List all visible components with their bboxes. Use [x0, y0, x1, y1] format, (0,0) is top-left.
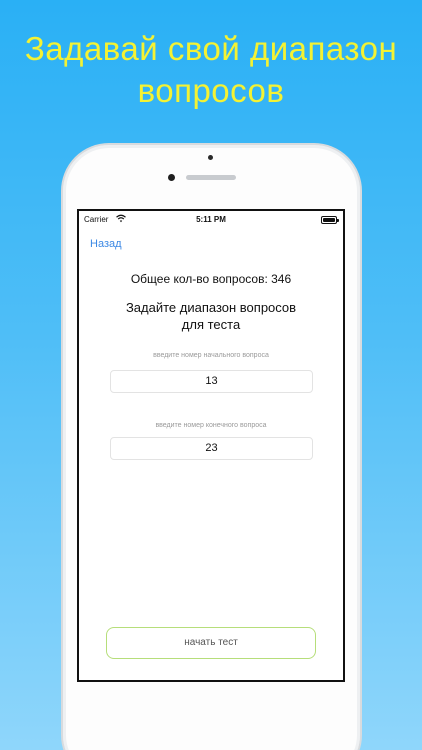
status-bar: Carrier 5:11 PM [79, 211, 343, 229]
promo-headline-line1: Задавай свой диапазон [24, 30, 398, 67]
battery-icon [321, 216, 339, 224]
promo-headline-line2: вопросов [137, 72, 285, 109]
range-title-line1: Задайте диапазон вопросов [125, 300, 297, 315]
front-camera [168, 174, 175, 181]
range-title-line2: для теста [181, 317, 241, 332]
sensor-dot [208, 155, 213, 160]
app-screen: Carrier 5:11 PM Назад Общее кол-во вопро… [77, 209, 345, 682]
end-question-hint: введите номер конечного вопроса [155, 422, 267, 429]
start-question-field[interactable]: 13 [110, 370, 313, 393]
status-time: 5:11 PM [196, 215, 226, 224]
range-title: Задайте диапазон вопросов для теста [79, 299, 343, 333]
start-test-button[interactable]: начать тест [106, 627, 316, 659]
total-questions-label: Общее кол-во вопросов: 346 [130, 272, 292, 286]
promo-headline: Задавай свой диапазон вопросов [0, 28, 422, 112]
start-question-hint: введите номер начального вопроса [153, 352, 269, 359]
back-button[interactable]: Назад [90, 238, 122, 250]
earpiece-speaker [186, 175, 236, 180]
end-question-field[interactable]: 23 [110, 437, 313, 460]
